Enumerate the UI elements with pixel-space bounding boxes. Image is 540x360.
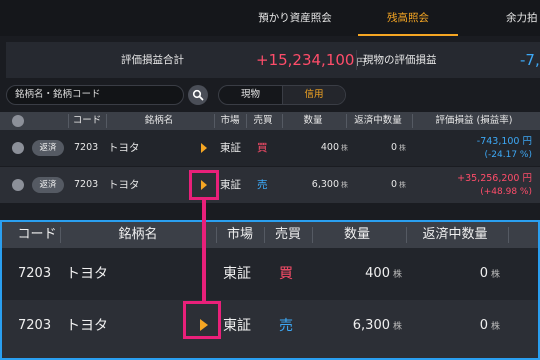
repaying-value: 0 bbox=[390, 179, 397, 190]
zoom-header-repaying: 返済中数量 bbox=[422, 227, 488, 242]
quantity: 6,300 株 bbox=[292, 167, 348, 203]
market: 東証 bbox=[220, 179, 241, 191]
header-divider bbox=[508, 227, 509, 243]
header-side: 売買 bbox=[253, 115, 273, 126]
repaying-value: 0 bbox=[479, 266, 488, 281]
toggle-cash[interactable]: 現物 bbox=[219, 86, 282, 104]
market: 東証 bbox=[223, 318, 251, 334]
header-repaying: 返済中数量 bbox=[354, 115, 402, 126]
search-button[interactable] bbox=[188, 85, 208, 105]
stock-code: 7203 bbox=[74, 142, 99, 153]
share-unit: 株 bbox=[392, 322, 402, 332]
zoom-callout-panel: コード 銘柄名 市場 売買 数量 返済中数量 7203 トヨタ 東証 買 400… bbox=[0, 220, 540, 360]
search-input[interactable]: 銘柄名・銘柄コード bbox=[6, 85, 184, 105]
cash-pl-value: -7,2 bbox=[520, 51, 540, 69]
header-name: 銘柄名 bbox=[144, 115, 174, 126]
pl-rate: (+48.98 %) bbox=[480, 187, 532, 197]
repay-button[interactable]: 返済 bbox=[32, 177, 64, 193]
summary-divider bbox=[356, 50, 357, 70]
table-row[interactable]: 返済 7203 トヨタ 東証 売 6,300 株 0株 +35,256,200 円… bbox=[0, 167, 540, 203]
zoom-header-qty: 数量 bbox=[343, 227, 370, 242]
stock-name: トヨタ bbox=[66, 266, 108, 282]
share-unit: 株 bbox=[392, 270, 402, 280]
quantity-value: 6,300 bbox=[311, 179, 339, 190]
zoom-table-header: コード 銘柄名 市場 売買 数量 返済中数量 bbox=[2, 222, 538, 248]
toggle-margin[interactable]: 信用 bbox=[282, 86, 345, 104]
zoom-table-row: 7203 トヨタ 東証 売 6,300 株 0株 bbox=[2, 300, 538, 358]
quantity-value: 6,300 bbox=[352, 318, 390, 333]
quantity: 400 株 bbox=[292, 130, 348, 166]
total-pl-amount: +15,234,100 bbox=[256, 51, 355, 69]
share-unit: 株 bbox=[341, 144, 348, 152]
share-unit: 株 bbox=[490, 322, 500, 332]
tab-asset-inquiry[interactable]: 預かり資産照会 bbox=[245, 0, 345, 36]
row-select-radio[interactable] bbox=[12, 179, 24, 191]
stock-name: トヨタ bbox=[108, 142, 140, 154]
unrealized-pl: -743,100 円 bbox=[476, 136, 532, 147]
search-icon bbox=[192, 89, 204, 101]
trade-side: 売 bbox=[279, 318, 293, 334]
repaying-value: 0 bbox=[479, 318, 488, 333]
header-qty: 数量 bbox=[303, 115, 323, 126]
quantity: 6,300 株 bbox=[322, 300, 402, 353]
select-all-radio[interactable] bbox=[12, 115, 24, 127]
tab-buying-power[interactable]: 余力拍 bbox=[506, 0, 540, 36]
repaying-quantity: 0株 bbox=[350, 130, 406, 166]
market: 東証 bbox=[220, 142, 241, 154]
stock-name: トヨタ bbox=[108, 179, 140, 191]
tab-balance-inquiry[interactable]: 残高照会 bbox=[348, 0, 468, 36]
top-tab-bar: 預かり資産照会 残高照会 余力拍 bbox=[0, 0, 540, 36]
stock-code: 7203 bbox=[74, 179, 99, 190]
market: 東証 bbox=[223, 266, 251, 282]
cash-pl-label: 現物の評価損益 bbox=[363, 54, 437, 66]
zoom-header-code: コード bbox=[17, 227, 57, 242]
header-market: 市場 bbox=[220, 115, 240, 126]
row-select-radio[interactable] bbox=[12, 142, 24, 154]
pl-rate: (-24.17 %) bbox=[484, 150, 532, 160]
total-pl-label: 評価損益合計 bbox=[121, 54, 184, 66]
unrealized-pl: +35,256,200 円 bbox=[457, 173, 532, 184]
zoom-table-row: 7203 トヨタ 東証 買 400 株 0株 bbox=[2, 248, 538, 300]
quantity: 400 株 bbox=[322, 248, 402, 301]
stock-code: 7203 bbox=[18, 266, 52, 281]
zoom-header-name: 銘柄名 bbox=[118, 227, 158, 242]
share-unit: 株 bbox=[399, 181, 406, 189]
repaying-value: 0 bbox=[390, 142, 397, 153]
share-unit: 株 bbox=[490, 270, 500, 280]
header-pl: 評価損益 (損益率) bbox=[435, 115, 513, 126]
highlight-box-small bbox=[189, 170, 219, 200]
pl-summary-bar: 評価損益合計 +15,234,100円 現物の評価損益 -7,2 bbox=[6, 42, 540, 78]
trade-side: 買 bbox=[279, 266, 293, 282]
quantity-value: 400 bbox=[320, 142, 339, 153]
zoom-header-side: 売買 bbox=[274, 227, 301, 242]
trade-side: 売 bbox=[257, 179, 268, 191]
stock-name: トヨタ bbox=[66, 318, 108, 334]
repaying-quantity: 0株 bbox=[412, 300, 500, 353]
repaying-quantity: 0株 bbox=[412, 248, 500, 301]
share-unit: 株 bbox=[399, 144, 406, 152]
highlight-box-large bbox=[183, 301, 221, 339]
repay-button[interactable]: 返済 bbox=[32, 140, 64, 156]
account-type-toggle: 現物 信用 bbox=[218, 85, 346, 105]
zoom-header-market: 市場 bbox=[226, 227, 253, 242]
trade-side: 買 bbox=[257, 142, 268, 154]
highlight-connector-line bbox=[202, 200, 206, 304]
table-header: コード 銘柄名 市場 売買 数量 返済中数量 評価損益 (損益率) bbox=[0, 112, 540, 130]
repaying-quantity: 0株 bbox=[350, 167, 406, 203]
stock-code: 7203 bbox=[18, 318, 52, 333]
total-pl-value: +15,234,100 円 bbox=[256, 42, 365, 81]
table-row[interactable]: 返済 7203 トヨタ 東証 買 400 株 0株 -743,100 円 (-24… bbox=[0, 130, 540, 166]
header-code: コード bbox=[72, 115, 102, 126]
share-unit: 株 bbox=[341, 181, 348, 189]
play-arrow-icon[interactable] bbox=[201, 143, 207, 153]
quantity-value: 400 bbox=[365, 266, 390, 281]
